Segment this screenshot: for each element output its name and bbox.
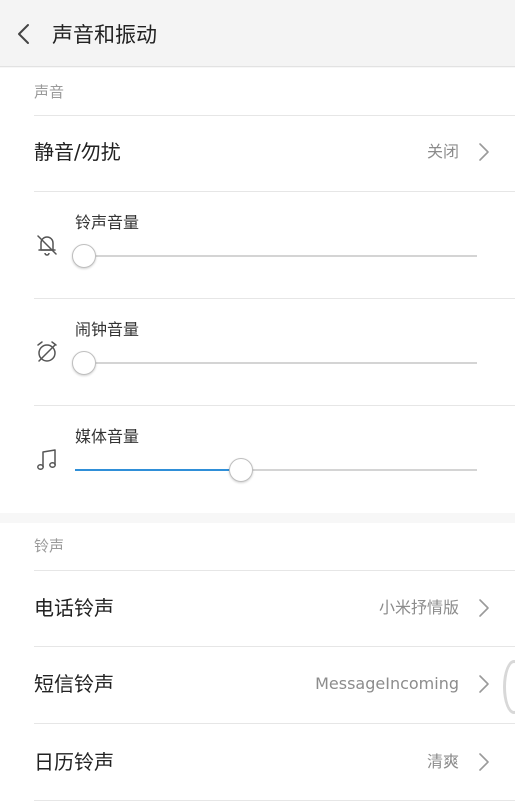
page-title: 声音和振动 bbox=[52, 23, 157, 47]
slider-track bbox=[75, 255, 477, 257]
calendar-ringtone-row[interactable]: 日历铃声 清爽 bbox=[0, 724, 515, 800]
slider-fill bbox=[75, 469, 242, 471]
ring-volume-slider[interactable] bbox=[72, 242, 477, 270]
divider bbox=[34, 405, 515, 406]
calendar-ringtone-label: 日历铃声 bbox=[34, 750, 114, 774]
divider bbox=[34, 191, 515, 192]
media-volume-label: 媒体音量 bbox=[75, 427, 140, 446]
phone-ringtone-row[interactable]: 电话铃声 小米抒情版 bbox=[0, 571, 515, 646]
alarm-volume-slider[interactable] bbox=[72, 349, 477, 377]
dnd-value: 关闭 bbox=[426, 142, 459, 161]
sound-section: 声音 静音/勿扰 关闭 铃声音量 闹钟音量 媒体音量 bbox=[0, 68, 515, 513]
dnd-label: 静音/勿扰 bbox=[34, 140, 121, 164]
calendar-ringtone-value: 清爽 bbox=[426, 752, 459, 771]
sms-ringtone-label: 短信铃声 bbox=[34, 672, 114, 696]
back-button[interactable] bbox=[10, 20, 38, 48]
phone-ringtone-label: 电话铃声 bbox=[34, 596, 114, 620]
divider bbox=[34, 298, 515, 299]
sms-ringtone-row[interactable]: 短信铃声 MessageIncoming bbox=[0, 647, 515, 723]
section-label-ringtone: 铃声 bbox=[34, 537, 65, 555]
chevron-right-icon bbox=[477, 673, 491, 695]
chevron-right-icon bbox=[477, 141, 491, 163]
slider-thumb[interactable] bbox=[72, 351, 96, 375]
slider-thumb[interactable] bbox=[72, 244, 96, 268]
music-note-icon bbox=[34, 447, 60, 473]
alarm-volume-label: 闹钟音量 bbox=[75, 320, 140, 339]
sms-ringtone-value: MessageIncoming bbox=[315, 674, 459, 693]
phone-ringtone-value: 小米抒情版 bbox=[378, 598, 459, 617]
chevron-left-icon bbox=[18, 24, 29, 44]
dnd-row[interactable]: 静音/勿扰 关闭 bbox=[0, 116, 515, 191]
title-bar: 声音和振动 bbox=[0, 0, 515, 67]
slider-track bbox=[75, 362, 477, 364]
ringtone-section: 铃声 电话铃声 小米抒情版 短信铃声 MessageIncoming 日历铃声 … bbox=[0, 523, 515, 801]
chevron-right-icon bbox=[477, 751, 491, 773]
media-volume-slider[interactable] bbox=[75, 456, 477, 484]
bell-off-icon bbox=[34, 232, 60, 258]
section-label-sound: 声音 bbox=[34, 83, 65, 101]
chevron-right-icon bbox=[477, 597, 491, 619]
ring-volume-label: 铃声音量 bbox=[75, 213, 140, 232]
slider-thumb[interactable] bbox=[229, 458, 254, 482]
alarm-off-icon bbox=[34, 339, 60, 365]
